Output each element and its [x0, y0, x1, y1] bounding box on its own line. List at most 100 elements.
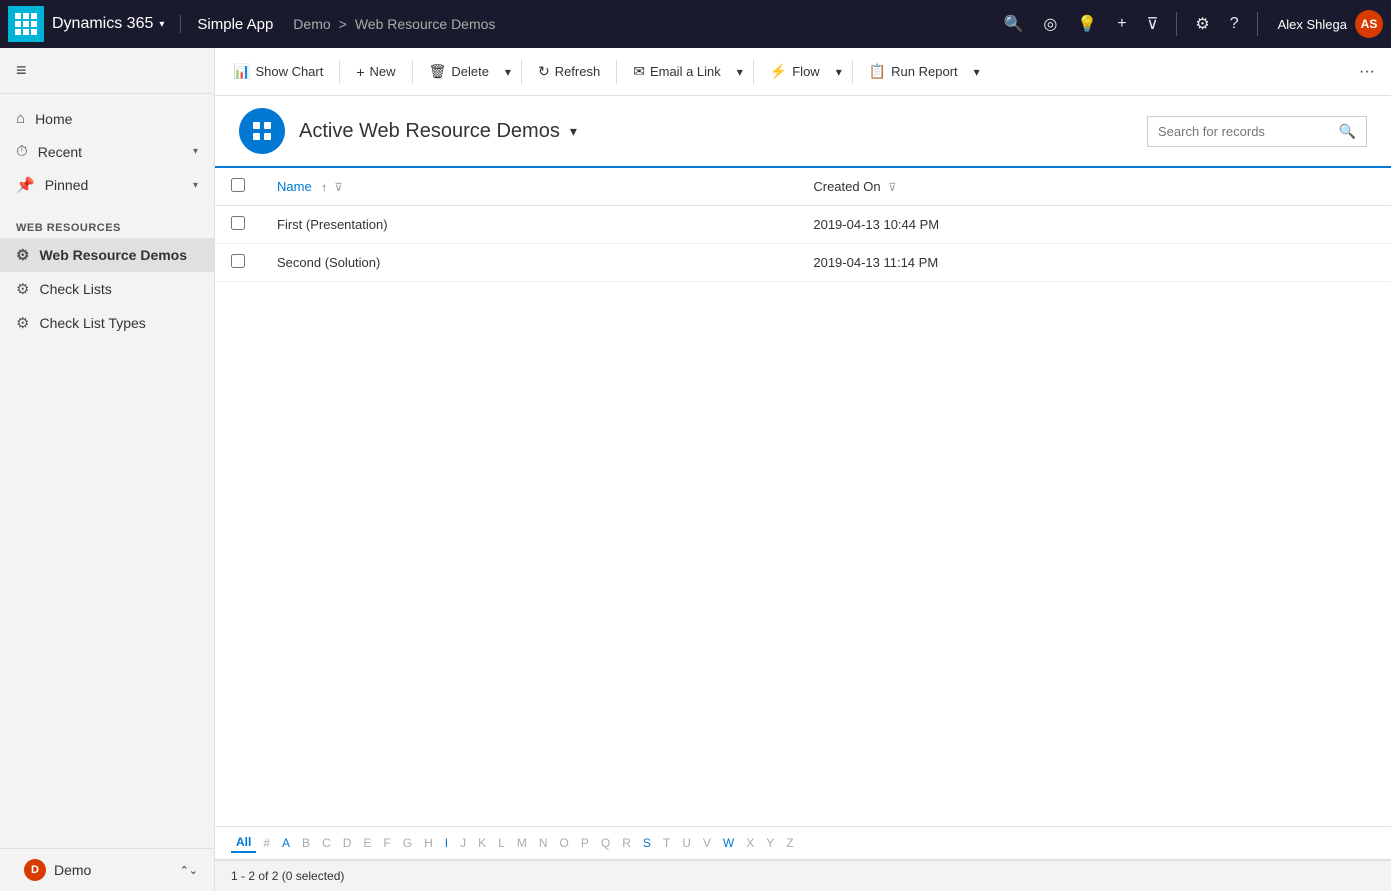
user-info[interactable]: Alex Shlega AS — [1270, 10, 1383, 38]
content-area: 📊 Show Chart + New 🗑 Delete ▾ ↻ Refresh … — [215, 48, 1391, 891]
sidebar-top: ≡ — [0, 48, 214, 94]
check-lists-label: Check Lists — [39, 281, 111, 297]
run-report-label: Run Report — [891, 64, 957, 79]
refresh-button[interactable]: ↻ Refresh — [528, 54, 610, 90]
row-name[interactable]: First (Presentation) — [261, 206, 797, 244]
web-resource-demos-label: Web Resource Demos — [39, 247, 187, 263]
home-label: Home — [35, 111, 72, 127]
th-created-on[interactable]: Created On ⊽ — [797, 168, 1391, 206]
row-name[interactable]: Second (Solution) — [261, 244, 797, 282]
delete-dropdown-button[interactable]: ▾ — [501, 61, 515, 83]
alpha-btn-u: U — [677, 834, 696, 852]
search-icon[interactable]: 🔍 — [997, 8, 1029, 40]
sidebar-item-pinned[interactable]: 📌 Pinned ▾ — [0, 168, 214, 202]
flow-dropdown-button[interactable]: ▾ — [832, 61, 846, 83]
sidebar-menu-icon[interactable]: ≡ — [16, 60, 27, 80]
main-layout: ≡ ⌂ Home ⏱ Recent ▾ 📌 Pinned ▾ Web Resou… — [0, 48, 1391, 891]
alpha-btn-y: Y — [761, 834, 779, 852]
alpha-btn-f: F — [378, 834, 395, 852]
table-row: First (Presentation) 2019-04-13 10:44 PM — [215, 206, 1391, 244]
waffle-menu[interactable] — [8, 6, 44, 42]
search-input[interactable] — [1158, 124, 1333, 139]
toolbar-sep-4 — [616, 60, 617, 84]
show-chart-icon: 📊 — [233, 63, 250, 80]
run-report-button[interactable]: 📋 Run Report — [859, 54, 968, 90]
search-box[interactable]: 🔍 — [1147, 116, 1367, 147]
bulb-icon[interactable]: 💡 — [1071, 8, 1103, 40]
name-sort-icon[interactable]: ↑ — [321, 182, 327, 194]
alpha-btn-t: T — [658, 834, 675, 852]
check-list-types-icon: ⚙ — [16, 314, 29, 332]
alpha-btn-c: C — [317, 834, 336, 852]
home-icon: ⌂ — [16, 110, 25, 127]
sidebar-bottom-app[interactable]: D Demo ⌃⌄ — [0, 848, 214, 891]
filter-icon[interactable]: ⊽ — [1141, 8, 1165, 40]
pinned-icon: 📌 — [16, 176, 35, 194]
add-icon[interactable]: + — [1111, 9, 1132, 39]
email-link-dropdown-button[interactable]: ▾ — [733, 61, 747, 83]
top-nav-icons: 🔍 ◎ 💡 + ⊽ ⚙ ? Alex Shlega AS — [997, 8, 1383, 40]
alpha-btn-p: P — [576, 834, 594, 852]
status-bar: 1 - 2 of 2 (0 selected) — [215, 860, 1391, 891]
show-chart-button[interactable]: 📊 Show Chart — [223, 54, 333, 90]
refresh-label: Refresh — [555, 64, 601, 79]
row-checkbox-cell[interactable] — [215, 244, 261, 282]
help-icon[interactable]: ? — [1224, 9, 1245, 39]
bottom-app-chevron-icon: ⌃⌄ — [180, 864, 198, 877]
settings-icon[interactable]: ⚙ — [1189, 8, 1215, 40]
search-magnifier-icon[interactable]: 🔍 — [1339, 123, 1356, 140]
row-checkbox[interactable] — [231, 254, 245, 268]
sidebar-item-web-resource-demos[interactable]: ⚙ Web Resource Demos — [0, 238, 214, 272]
view-title: Active Web Resource Demos ▾ — [299, 120, 577, 143]
th-select-all[interactable] — [215, 168, 261, 206]
run-report-dropdown-button[interactable]: ▾ — [970, 61, 984, 83]
view-title-chevron-icon[interactable]: ▾ — [570, 123, 577, 140]
select-all-checkbox[interactable] — [231, 178, 245, 192]
more-button[interactable]: ··· — [1351, 59, 1383, 85]
alpha-btn-all[interactable]: All — [231, 833, 256, 853]
flow-button[interactable]: ⚡ Flow — [760, 54, 830, 90]
view-title-text: Active Web Resource Demos — [299, 120, 560, 143]
table-body: First (Presentation) 2019-04-13 10:44 PM… — [215, 206, 1391, 282]
app-name: Simple App — [197, 16, 273, 33]
alpha-btn-l: L — [493, 834, 510, 852]
alpha-btn-x: X — [741, 834, 759, 852]
waffle-icon — [15, 13, 37, 35]
pinned-label: Pinned — [45, 177, 89, 193]
new-label: New — [370, 64, 396, 79]
bottom-app-label: Demo — [54, 862, 91, 878]
alpha-btn-i[interactable]: I — [440, 834, 453, 852]
sidebar-item-recent[interactable]: ⏱ Recent ▾ — [0, 135, 214, 168]
delete-button[interactable]: 🗑 Delete — [419, 54, 499, 90]
email-link-label: Email a Link — [650, 64, 721, 79]
row-checkbox-cell[interactable] — [215, 206, 261, 244]
sidebar-section-header: Web Resources — [0, 210, 214, 238]
alpha-btn-a[interactable]: A — [277, 834, 295, 852]
new-button[interactable]: + New — [346, 54, 405, 90]
sidebar-item-check-lists[interactable]: ⚙ Check Lists — [0, 272, 214, 306]
recent-label: Recent — [38, 144, 82, 160]
dynamics-365-title[interactable]: Dynamics 365 ▾ — [52, 15, 181, 33]
alpha-btn-k: K — [473, 834, 491, 852]
breadcrumb-demo[interactable]: Demo — [293, 16, 330, 32]
data-table: Name ↑ ⊽ Created On ⊽ First (Presentat — [215, 168, 1391, 282]
email-link-button[interactable]: ✉ Email a Link — [623, 54, 731, 90]
name-filter-icon[interactable]: ⊽ — [334, 182, 342, 194]
alpha-btn-h: H — [419, 834, 438, 852]
toolbar-sep-3 — [521, 60, 522, 84]
th-name[interactable]: Name ↑ ⊽ — [261, 168, 797, 206]
alphabet-navigation: All#ABCDEFGHIJKLMNOPQRSTUVWXYZ — [215, 826, 1391, 860]
sidebar-item-check-list-types[interactable]: ⚙ Check List Types — [0, 306, 214, 340]
pinned-chevron-icon: ▾ — [193, 180, 198, 191]
sidebar-item-home[interactable]: ⌂ Home — [0, 102, 214, 135]
row-checkbox[interactable] — [231, 216, 245, 230]
row-created-on: 2019-04-13 11:14 PM — [797, 244, 1391, 282]
sidebar-nav: ⌂ Home ⏱ Recent ▾ 📌 Pinned ▾ — [0, 94, 214, 210]
alpha-btn-s[interactable]: S — [638, 834, 656, 852]
th-name-label[interactable]: Name — [277, 179, 312, 194]
show-chart-label: Show Chart — [255, 64, 323, 79]
row-created-on: 2019-04-13 10:44 PM — [797, 206, 1391, 244]
target-icon[interactable]: ◎ — [1037, 8, 1063, 40]
created-on-filter-icon[interactable]: ⊽ — [888, 182, 896, 194]
alpha-btn-w[interactable]: W — [718, 834, 739, 852]
